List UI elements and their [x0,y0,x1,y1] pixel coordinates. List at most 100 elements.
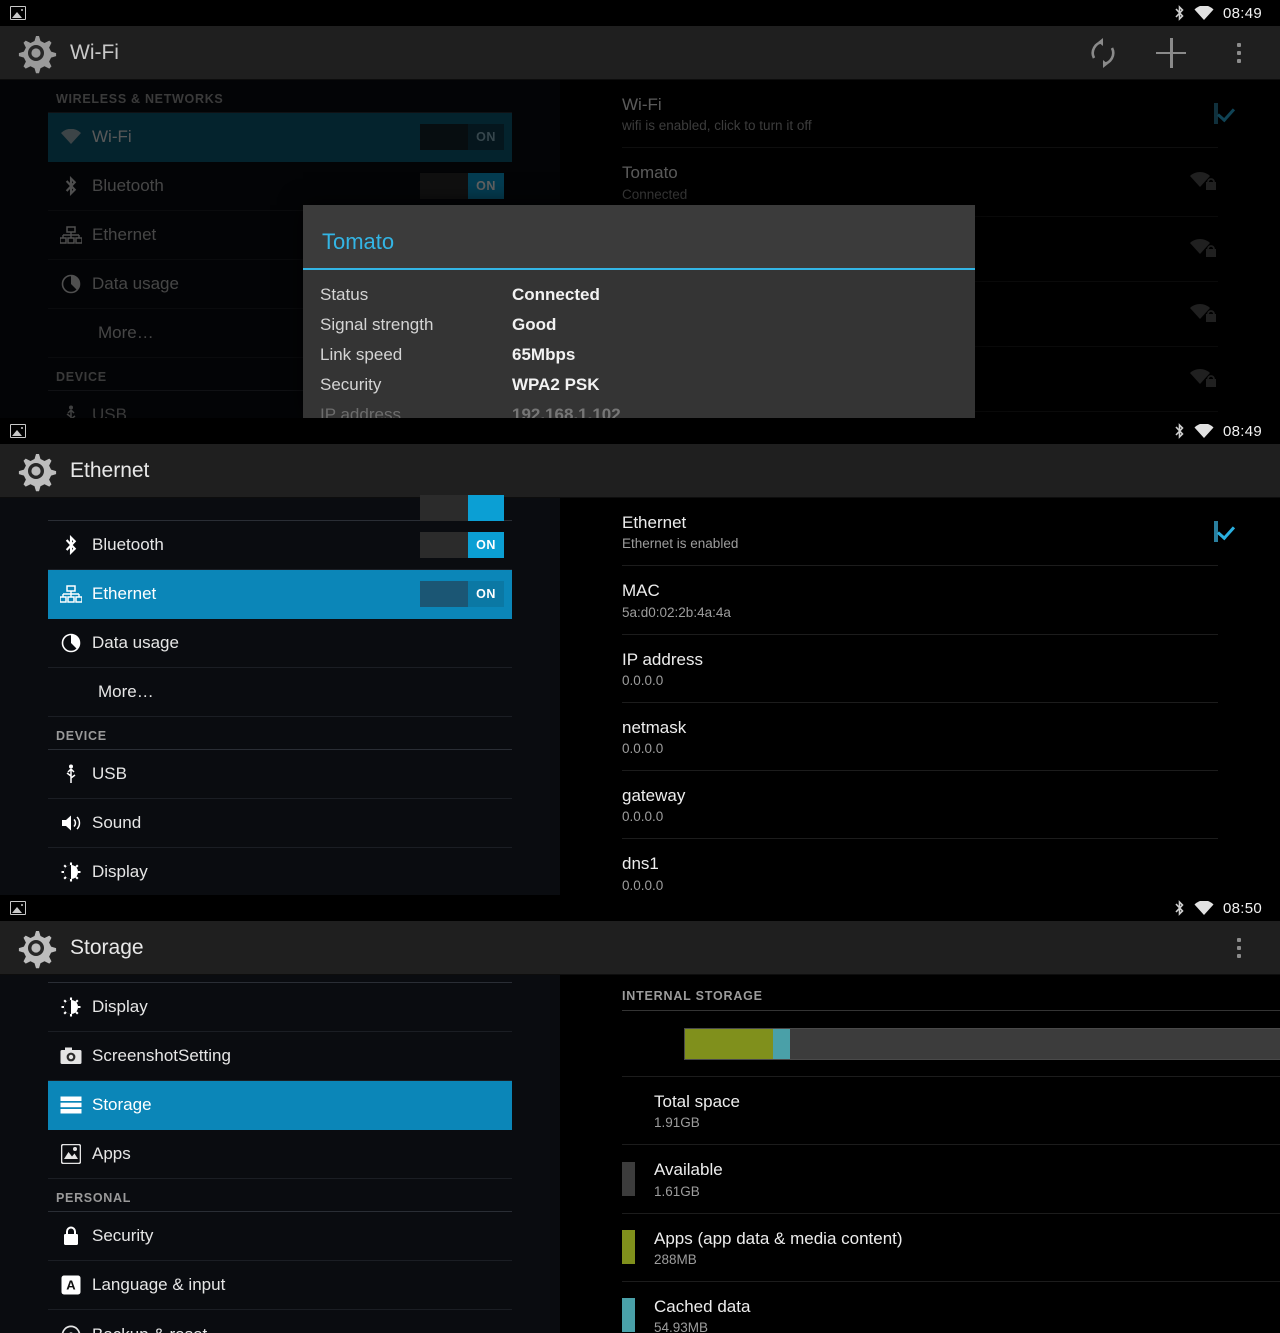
wifi-icon [1194,900,1214,916]
scan-refresh-icon[interactable] [1086,36,1120,70]
bluetooth-icon [1174,423,1185,439]
display-icon [56,862,86,882]
detail-label: netmask [622,717,687,737]
legend-swatch [622,1094,635,1128]
sidebar-item-language-input[interactable]: A Language & input [48,1261,512,1310]
toggle-state-label: ON [468,581,504,607]
sidebar-item-display[interactable]: Display [48,848,512,895]
storage-row-label: Total space [654,1092,740,1111]
detail-label: gateway [622,786,686,805]
settings-gear-icon [14,449,58,493]
ethernet-detail-text: dns1 0.0.0.0 [622,853,1218,892]
sidebar-item-apps[interactable]: Apps [48,1130,512,1179]
dialog-row-key: Signal strength [320,315,434,334]
dialog-title: Tomato [303,205,975,270]
ethernet-enable-row[interactable]: Ethernet Ethernet is enabled [622,498,1218,567]
detail-value: 0.0.0.0 [622,877,664,893]
ethernet-detail-text: netmask 0.0.0.0 [622,717,1218,756]
storage-segment-available [789,1029,1280,1059]
dialog-row: Link speed 65Mbps [303,340,975,370]
dialog-row-value: Good [512,315,557,334]
sidebar-item-storage[interactable]: Storage [48,1081,512,1130]
clock: 08:49 [1222,4,1262,22]
dialog-row-value: WPA2 PSK [512,375,600,394]
bluetooth-icon [56,535,86,555]
legend-swatch-apps [622,1230,635,1265]
legend-swatch-available [622,1161,635,1196]
status-bar-right: 08:49 [1174,423,1270,440]
wifi-detail-dialog: Tomato Status Connected Signal strength … [303,205,975,418]
ethernet-detail-row: netmask 0.0.0.0 [622,703,1218,771]
dialog-row: Security WPA2 PSK [303,370,975,400]
storage-available-row: Available 1.61GB [622,1145,1280,1214]
storage-usage-chart [622,1011,1280,1077]
storage-cached-text: Cached data 54.93MB [654,1296,1280,1333]
ethernet-toggle[interactable]: ON [420,581,504,607]
storage-usage-bar [684,1028,1280,1060]
data-usage-icon [56,633,86,653]
ethernet-detail-text: gateway 0.0.0.0 [622,785,1218,824]
status-bar: 08:49 [0,418,1280,444]
screenshot-icon [10,424,26,438]
sidebar-item-label: Apps [92,1144,131,1163]
sound-icon [56,814,86,832]
action-bar-buttons [1222,931,1266,965]
sidebar-item-label: Ethernet [92,584,157,603]
dialog-row: Signal strength Good [303,310,975,340]
backup-icon [56,1325,86,1333]
wifi-icon [1194,5,1214,21]
overflow-dots-icon[interactable] [1222,931,1256,965]
sidebar-item-label: Display [92,997,148,1016]
detail-value: 0.0.0.0 [622,672,664,688]
ethernet-enable-checkbox[interactable] [1202,520,1218,542]
storage-row-value: 288MB [654,1251,697,1267]
storage-available-text: Available 1.61GB [654,1159,1280,1198]
detail-label: MAC [622,581,660,601]
dialog-body: Status Connected Signal strength Good Li… [303,270,975,418]
bluetooth-toggle[interactable]: ON [420,532,504,558]
sidebar-item-backup-reset[interactable]: Backup & reset [48,1310,512,1333]
sidebar-item-more[interactable]: More… [48,668,512,717]
status-bar: 08:50 [0,895,1280,921]
sidebar-item-sound[interactable]: Sound [48,799,512,848]
sidebar-item-ethernet[interactable]: Ethernet ON [48,570,512,619]
camera-icon [56,1047,86,1065]
screen-wifi: 08:49 Wi-Fi Tomato Status Connected Sign… [0,0,1280,418]
overflow-dots-icon[interactable] [1222,36,1256,70]
sidebar-item-label: Sound [92,813,142,832]
bluetooth-icon [1174,900,1185,916]
sidebar-item-usb[interactable]: USB [48,750,512,799]
usb-icon [56,764,86,784]
screen-storage: 08:50 Storage Display ScreenshotSetting … [0,895,1280,1333]
sidebar-item-screenshotsetting[interactable]: ScreenshotSetting [48,1032,512,1081]
sidebar-top-divider [48,975,512,983]
plus-icon[interactable] [1154,36,1188,70]
sidebar-item-data-usage[interactable]: Data usage [48,619,512,668]
ethernet-enable-text: Ethernet Ethernet is enabled [622,512,1202,551]
status-bar-right: 08:50 [1174,900,1270,917]
sidebar-item-label: Storage [92,1095,152,1114]
ethernet-detail-row: MAC 5a:d0:02:2b:4a:4a [622,566,1218,635]
dialog-row-value: 65Mbps [512,345,576,364]
settings-sidebar: Bluetooth ON Ethernet ON Data usage More… [0,495,560,895]
sidebar-item-display[interactable]: Display [48,983,512,1032]
toggle-state-label: ON [468,532,504,558]
storage-segment-cached [772,1029,790,1059]
settings-sidebar: Display ScreenshotSetting Storage Apps P… [0,975,560,1333]
dialog-row-key: IP address [320,405,401,418]
storage-segment-apps [685,1029,773,1059]
screen-ethernet: 08:49 Ethernet Bluetooth ON Ethernet ON … [0,418,1280,895]
storage-cached-row[interactable]: Cached data 54.93MB [622,1282,1280,1333]
sidebar-item-bluetooth[interactable]: Bluetooth ON [48,521,512,570]
detail-label: IP address [622,649,703,669]
sidebar-item-label: Data usage [92,633,179,652]
bluetooth-icon [1174,5,1185,21]
storage-apps-row[interactable]: Apps (app data & media content) 288MB [622,1214,1280,1282]
action-bar: Wi-Fi [0,26,1280,80]
ethernet-content: Ethernet Ethernet is enabled MAC 5a:d0:0… [560,498,1280,895]
sidebar-item-label: Bluetooth [92,535,164,554]
storage-content: INTERNAL STORAGE Total space 1.91GB Avai… [560,975,1280,1333]
status-bar-left [10,901,26,915]
sidebar-item-security[interactable]: Security [48,1212,512,1261]
wifi-icon [1194,423,1214,439]
